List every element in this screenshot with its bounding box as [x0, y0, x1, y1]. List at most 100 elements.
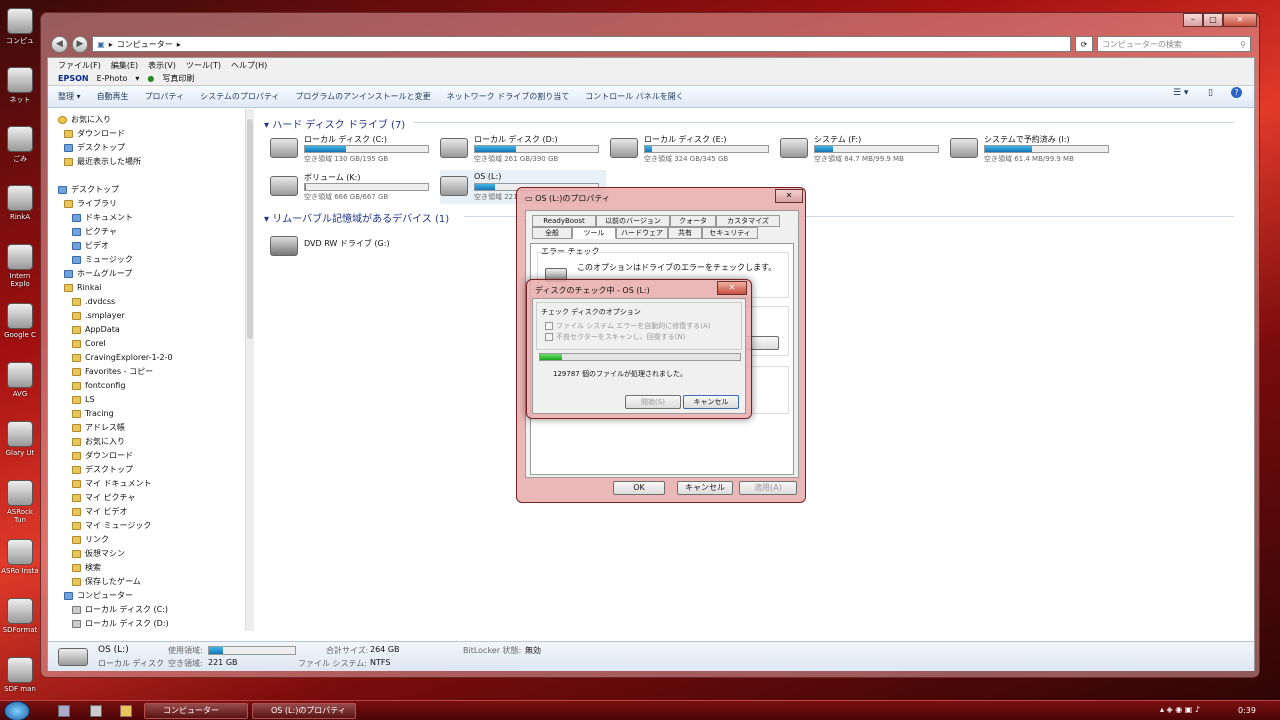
help-icon[interactable]: ? — [1231, 87, 1242, 98]
nav-favorites[interactable]: お気に入り — [48, 113, 245, 127]
nav-user-folder[interactable]: fontconfig — [48, 379, 245, 393]
desktop-icon[interactable]: SDFormat — [0, 594, 40, 652]
nav-computer-drive[interactable]: ローカル ディスク (D:) — [48, 617, 245, 631]
nav-user-folder[interactable]: リンク — [48, 533, 245, 547]
nav-computer-drive[interactable]: ローカル ディスク (C:) — [48, 603, 245, 617]
tab-1[interactable]: 以前のバージョン — [596, 215, 670, 227]
nav-user-folder[interactable]: 保存したゲーム — [48, 575, 245, 589]
option-fix-errors[interactable]: ファイル システム エラーを自動的に修復する(A) — [545, 321, 711, 331]
desktop-icon[interactable]: AVG — [0, 358, 40, 416]
breadcrumb[interactable]: ▣ ▸ コンピューター ▸ — [92, 36, 1072, 52]
explorer-icon[interactable] — [120, 705, 132, 717]
desktop-icon[interactable]: ごみ — [0, 122, 40, 180]
close-button[interactable]: ✕ — [717, 281, 747, 295]
cancel-button[interactable]: キャンセル — [683, 395, 739, 409]
nav-user-folder[interactable]: アドレス帳 — [48, 421, 245, 435]
hdd-section-header[interactable]: ▾ ハード ディスク ドライブ (7) — [264, 116, 1244, 131]
nav-library-item[interactable]: ドキュメント — [48, 211, 245, 225]
menu-item[interactable]: ヘルプ(H) — [231, 60, 267, 70]
tray-icons[interactable]: ▴ ◈ ◉ ▣ ♪ — [1160, 705, 1200, 714]
breadcrumb-computer[interactable]: コンピューター — [117, 39, 173, 50]
command-button[interactable]: ネットワーク ドライブの割り当て — [447, 91, 570, 102]
command-button[interactable]: プロパティ — [145, 91, 185, 102]
nav-computer[interactable]: コンピューター — [48, 589, 245, 603]
tab-2[interactable]: クォータ — [670, 215, 716, 227]
command-button[interactable]: プログラムのアンインストールと変更 — [295, 91, 430, 102]
nav-homegroup[interactable]: ホームグループ — [48, 267, 245, 281]
tab-row2-1[interactable]: ツール — [572, 227, 616, 239]
nav-user-folder[interactable]: Favorites - コピー — [48, 365, 245, 379]
desktop-icon[interactable]: コンピュ — [0, 4, 40, 62]
tab-row2-2[interactable]: ハードウェア — [616, 227, 668, 239]
epson-app-menu[interactable]: E-Photo — [97, 74, 128, 83]
nav-user-folder[interactable]: .smplayer — [48, 309, 245, 323]
command-button[interactable]: 整理 ▾ — [58, 91, 81, 102]
nav-library-item[interactable]: ミュージック — [48, 253, 245, 267]
minimize-button[interactable]: – — [1183, 13, 1203, 27]
command-button[interactable]: 自動再生 — [97, 91, 129, 102]
nav-user-folder[interactable]: 検索 — [48, 561, 245, 575]
forward-button[interactable]: ▶ — [71, 35, 89, 53]
cancel-button[interactable]: キャンセル — [677, 481, 733, 495]
menu-item[interactable]: ファイル(F) — [58, 60, 101, 70]
tab-0[interactable]: ReadyBoost — [532, 215, 596, 227]
nav-user-folder[interactable]: LS — [48, 393, 245, 407]
desktop-icon[interactable]: Google C — [0, 299, 40, 357]
nav-user-folder[interactable]: デスクトップ — [48, 463, 245, 477]
nav-user-folder[interactable]: ダウンロード — [48, 449, 245, 463]
menu-item[interactable]: 表示(V) — [148, 60, 176, 70]
nav-user-folder[interactable]: Corel — [48, 337, 245, 351]
show-desktop-icon[interactable] — [58, 705, 70, 717]
back-button[interactable]: ◀ — [51, 35, 68, 53]
menu-item[interactable]: 編集(E) — [111, 60, 138, 70]
nav-favorite-item[interactable]: ダウンロード — [48, 127, 245, 141]
desktop-icon[interactable]: Intern Explo — [0, 240, 40, 298]
nav-favorite-item[interactable]: 最近表示した場所 — [48, 155, 245, 169]
command-button[interactable]: コントロール パネルを開く — [585, 91, 684, 102]
maximize-button[interactable]: □ — [1203, 13, 1223, 27]
tab-row2-3[interactable]: 共有 — [668, 227, 702, 239]
search-input[interactable]: コンピューターの検索 ⚲ — [1096, 36, 1251, 52]
nav-user-folder[interactable]: .dvdcss — [48, 295, 245, 309]
drive-item[interactable]: システムで予約済み (I:) 空き領域 61.4 MB/99.9 MB — [950, 132, 1150, 166]
taskbar-item-computer[interactable]: コンピューター — [144, 703, 248, 719]
desktop-icon[interactable]: ASRo Insta — [0, 535, 40, 593]
ok-button[interactable]: OK — [613, 481, 665, 495]
nav-scrollbar[interactable] — [246, 109, 254, 631]
nav-user[interactable]: Rinkai — [48, 281, 245, 295]
desktop-icon[interactable]: Glary Ut — [0, 417, 40, 475]
nav-user-folder[interactable]: マイ ドキュメント — [48, 477, 245, 491]
close-button[interactable]: ✕ — [1223, 13, 1257, 27]
option-scan-sectors[interactable]: 不良セクターをスキャンし、回復する(N) — [545, 332, 685, 342]
scroll-thumb[interactable] — [247, 119, 253, 339]
tab-row2-4[interactable]: セキュリティ — [702, 227, 758, 239]
refresh-button[interactable]: ⟳ — [1075, 36, 1093, 52]
desktop-icon[interactable]: ネット — [0, 63, 40, 121]
nav-favorite-item[interactable]: デスクトップ — [48, 141, 245, 155]
menu-item[interactable]: ツール(T) — [186, 60, 221, 70]
dvd-drive[interactable]: DVD RW ドライブ (G:) — [270, 230, 470, 264]
nav-user-folder[interactable]: マイ ミュージック — [48, 519, 245, 533]
nav-user-folder[interactable]: マイ ビデオ — [48, 505, 245, 519]
preview-pane-icon[interactable]: ▯ — [1208, 88, 1213, 98]
command-button[interactable]: システムのプロパティ — [200, 91, 279, 102]
nav-user-folder[interactable]: お気に入り — [48, 435, 245, 449]
nav-user-folder[interactable]: 仮想マシン — [48, 547, 245, 561]
nav-user-folder[interactable]: AppData — [48, 323, 245, 337]
desktop-icon[interactable]: RinkA — [0, 181, 40, 239]
tab-row2-0[interactable]: 全般 — [532, 227, 572, 239]
nav-desktop[interactable]: デスクトップ — [48, 183, 245, 197]
apply-button[interactable]: 適用(A) — [739, 481, 797, 495]
window-switcher-icon[interactable] — [90, 705, 102, 717]
start-button[interactable] — [4, 701, 30, 720]
nav-user-folder[interactable]: CravingExplorer-1-2-0 — [48, 351, 245, 365]
clock[interactable]: 0:39 — [1238, 706, 1256, 715]
view-options-icon[interactable]: ☰ ▾ — [1173, 88, 1188, 98]
nav-user-folder[interactable]: Tracing — [48, 407, 245, 421]
photo-print-link[interactable]: 写真印刷 — [162, 73, 194, 84]
nav-library[interactable]: ライブラリ — [48, 197, 245, 211]
taskbar-item-properties[interactable]: OS (L:)のプロパティ — [252, 703, 356, 719]
tab-3[interactable]: カスタマイズ — [716, 215, 780, 227]
desktop-icon[interactable]: ASRock Tun — [0, 476, 40, 534]
close-button[interactable]: ✕ — [775, 189, 803, 203]
